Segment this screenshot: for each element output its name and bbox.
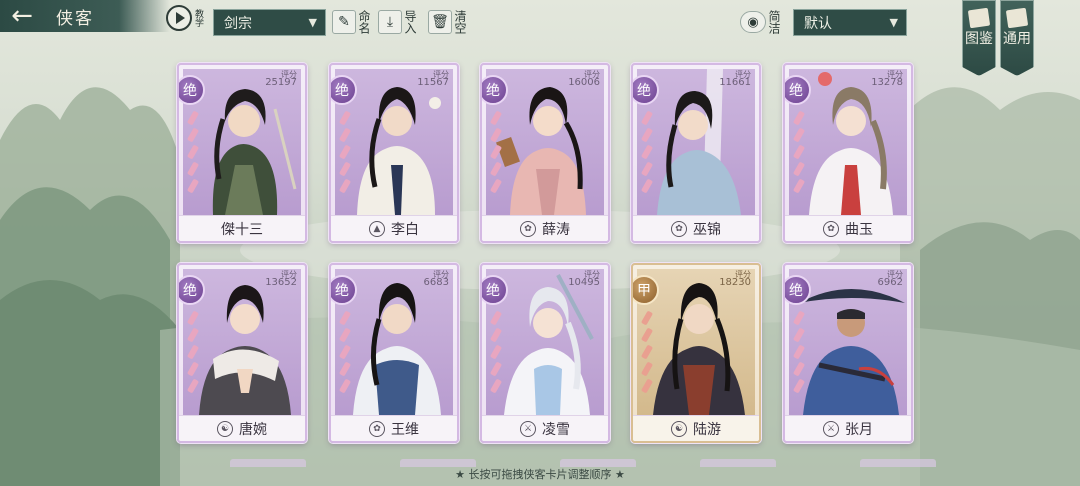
taiji-icon: ☯ xyxy=(671,420,687,437)
score-value: 10495 xyxy=(568,277,600,288)
tab-general-label: 通用 xyxy=(1003,31,1031,47)
tutorial-label: 教学 xyxy=(193,9,203,27)
hero-name: 陆游 xyxy=(693,421,721,438)
tab-general[interactable]: 通用 xyxy=(1000,0,1034,76)
star-rating xyxy=(488,110,504,196)
hero-name-bar: ⚔ 凌雪 xyxy=(482,415,608,441)
play-icon xyxy=(166,5,192,31)
eye-icon: ◉ xyxy=(740,11,766,33)
tab-atlas[interactable]: 图鉴 xyxy=(962,0,996,76)
rename-button[interactable]: ✎ 命名 xyxy=(332,7,371,37)
clear-button[interactable]: 🗑 清空 xyxy=(428,7,467,37)
hero-name: 张月 xyxy=(845,421,873,438)
brush-icon: ✎ xyxy=(332,10,356,34)
download-icon: ⤓ xyxy=(378,10,402,34)
hero-name-bar: ⚔ 张月 xyxy=(785,415,911,441)
hero-card[interactable]: 绝 评分 25197 傑十三 xyxy=(177,63,307,243)
top-bar: ← 侠客 教学 剑宗 ▼ ✎ 命名 ⤓ 导入 🗑 清空 ◉ 简洁 默认 ▼ 图鉴… xyxy=(0,0,1080,76)
score-value: 6683 xyxy=(423,277,449,288)
import-label: 导入 xyxy=(403,10,417,34)
star-rating xyxy=(791,110,807,196)
sort-value: 默认 xyxy=(804,15,832,32)
book-icon xyxy=(967,7,991,29)
hero-name: 薛涛 xyxy=(542,221,570,238)
scroll-icon xyxy=(1005,7,1029,29)
star-rating xyxy=(185,110,201,196)
tutorial-button[interactable]: 教学 xyxy=(166,4,208,32)
lotus-icon: ✿ xyxy=(369,420,385,437)
hero-card[interactable]: 绝 评分 11661 ✿ 巫锦 xyxy=(631,63,761,243)
lotus-icon: ✿ xyxy=(823,220,839,237)
import-button[interactable]: ⤓ 导入 xyxy=(378,7,417,37)
star-rating xyxy=(488,310,504,396)
hero-name-bar: ✿ 王维 xyxy=(331,415,457,441)
hero-card[interactable]: 甲 评分 18230 ☯ 陆游 xyxy=(631,263,761,443)
hero-name: 巫锦 xyxy=(693,221,721,238)
hero-name: 唐婉 xyxy=(239,421,267,438)
hero-card[interactable]: 绝 评分 13652 ☯ 唐婉 xyxy=(177,263,307,443)
drag-reorder-hint: ★ 长按可拖拽侠客卡片调整顺序 ★ xyxy=(455,468,625,481)
score-value: 25197 xyxy=(265,77,297,88)
compact-label: 简洁 xyxy=(767,10,781,34)
back-button[interactable]: ← 侠客 xyxy=(0,0,170,32)
hero-name: 傑十三 xyxy=(221,221,263,238)
hero-card[interactable]: 绝 评分 11567 ▲ 李白 xyxy=(329,63,459,243)
hero-name-bar: ✿ 巫锦 xyxy=(633,215,759,241)
hero-name-bar: 傑十三 xyxy=(179,215,305,241)
hero-name-bar: ☯ 唐婉 xyxy=(179,415,305,441)
clear-label: 清空 xyxy=(453,10,467,34)
score-value: 6962 xyxy=(877,277,903,288)
star-rating xyxy=(639,110,655,196)
score-value: 13278 xyxy=(871,77,903,88)
score-value: 11567 xyxy=(417,77,449,88)
hero-card[interactable]: 绝 评分 6962 ⚔ 张月 xyxy=(783,263,913,443)
sword-icon: ⚔ xyxy=(520,420,536,437)
hero-name-bar: ✿ 薛涛 xyxy=(482,215,608,241)
hero-name-bar: ✿ 曲玉 xyxy=(785,215,911,241)
sect-filter-value: 剑宗 xyxy=(224,15,252,32)
shield-icon: ▲ xyxy=(369,220,385,237)
star-rating xyxy=(337,310,353,396)
star-rating xyxy=(337,110,353,196)
score-value: 13652 xyxy=(265,277,297,288)
hero-name: 李白 xyxy=(391,221,419,238)
sect-filter-dropdown[interactable]: 剑宗 ▼ xyxy=(213,9,326,36)
hero-name: 曲玉 xyxy=(845,221,873,238)
compact-toggle-button[interactable]: ◉ 简洁 xyxy=(740,7,781,37)
score-value: 16006 xyxy=(568,77,600,88)
tab-atlas-label: 图鉴 xyxy=(965,31,993,47)
lotus-icon: ✿ xyxy=(520,220,536,237)
sort-dropdown[interactable]: 默认 ▼ xyxy=(793,9,907,36)
lotus-icon: ✿ xyxy=(671,220,687,237)
rename-label: 命名 xyxy=(357,10,371,34)
star-rating xyxy=(185,310,201,396)
sword-icon: ⚔ xyxy=(823,420,839,437)
chevron-down-icon: ▼ xyxy=(889,16,898,29)
hero-card[interactable]: 绝 评分 16006 ✿ 薛涛 xyxy=(480,63,610,243)
star-rating xyxy=(791,310,807,396)
trash-icon: 🗑 xyxy=(428,10,452,34)
page-title: 侠客 xyxy=(56,8,94,29)
hero-name-bar: ☯ 陆游 xyxy=(633,415,759,441)
taiji-icon: ☯ xyxy=(217,420,233,437)
chevron-down-icon: ▼ xyxy=(308,16,317,29)
arrow-left-icon: ← xyxy=(11,1,33,31)
hero-name: 王维 xyxy=(391,421,419,438)
hero-card[interactable]: 绝 评分 6683 ✿ 王维 xyxy=(329,263,459,443)
hero-card[interactable]: 绝 评分 10495 ⚔ 凌雪 xyxy=(480,263,610,443)
star-rating xyxy=(639,310,655,396)
hero-name: 凌雪 xyxy=(542,421,570,438)
score-value: 18230 xyxy=(719,277,751,288)
hero-name-bar: ▲ 李白 xyxy=(331,215,457,241)
hero-card[interactable]: 绝 评分 13278 ✿ 曲玉 xyxy=(783,63,913,243)
score-value: 11661 xyxy=(719,77,751,88)
